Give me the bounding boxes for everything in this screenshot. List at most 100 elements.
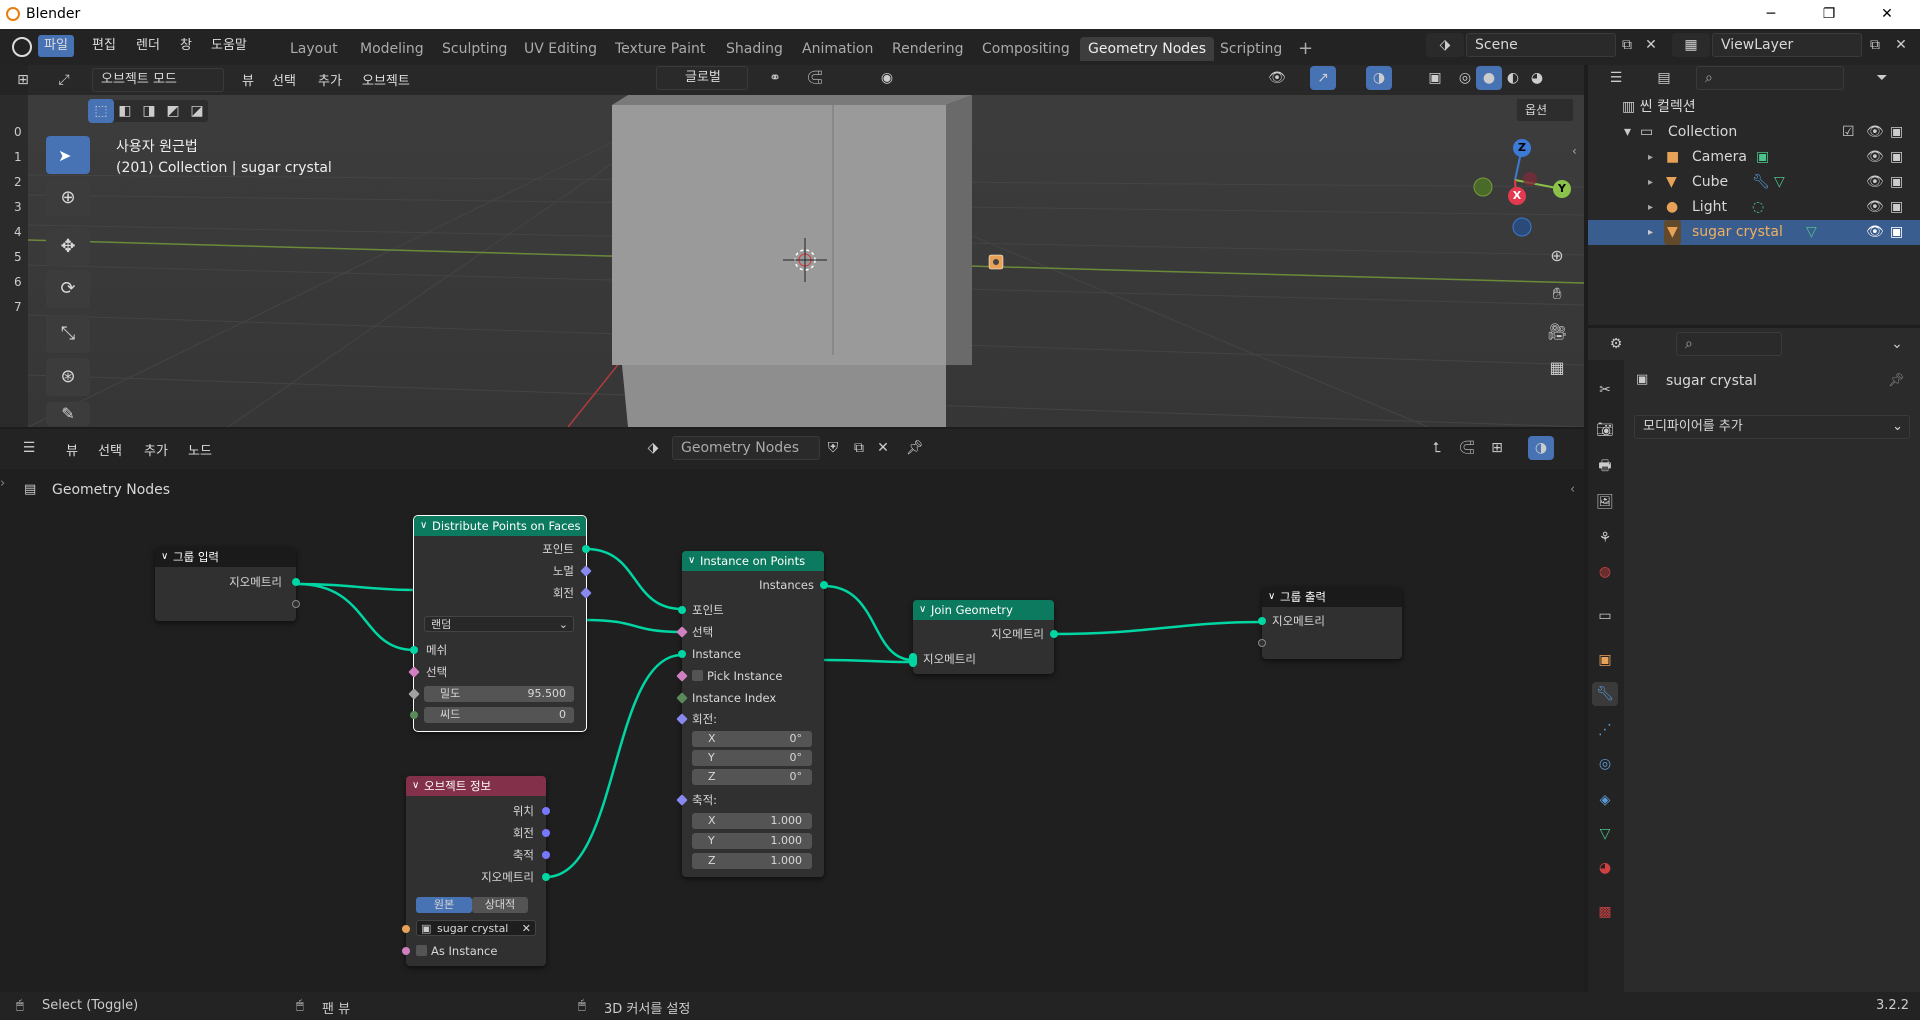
- material-shading-icon[interactable]: ◐: [1500, 66, 1526, 90]
- rotation-x-field[interactable]: X 0°: [692, 731, 812, 747]
- pivot-icon[interactable]: ⚭: [762, 66, 788, 90]
- solid-shading-icon[interactable]: ●: [1476, 66, 1502, 90]
- node-join-geometry[interactable]: Join Geometry 지오메트리 지오메트리: [909, 600, 1058, 674]
- join-geometry-out-socket[interactable]: [1050, 630, 1058, 638]
- view-layer-tab-icon[interactable]: 🖼︎: [1592, 490, 1618, 514]
- light-render-icon[interactable]: ▣: [1890, 195, 1903, 220]
- viewport-menu-add[interactable]: 추가: [318, 70, 342, 89]
- fake-user-icon[interactable]: ⛨: [820, 436, 846, 460]
- data-tab-icon[interactable]: ▽: [1592, 822, 1618, 846]
- pick-instance-row[interactable]: Pick Instance: [692, 667, 782, 685]
- snap-settings-icon[interactable]: ⊞: [1484, 436, 1510, 460]
- mode-dropdown[interactable]: 오브젝트 모드: [92, 68, 224, 92]
- duplicate-tree-icon[interactable]: ⧉: [846, 436, 872, 460]
- select-intersect-icon[interactable]: ◪: [184, 99, 210, 123]
- scale-tool[interactable]: ⤡: [46, 315, 90, 353]
- seed-socket[interactable]: [410, 711, 418, 719]
- instances-out-socket[interactable]: [820, 581, 828, 589]
- distribute-points-socket[interactable]: [582, 545, 590, 553]
- outliner-search-input[interactable]: ⌕: [1696, 66, 1844, 90]
- modifier-tab-icon[interactable]: 🔧︎: [1592, 682, 1618, 706]
- rotation-y-field[interactable]: Y 0°: [692, 750, 812, 766]
- camera-data-icon[interactable]: ▣: [1756, 145, 1769, 170]
- cube-mesh-data-icon[interactable]: ▽: [1774, 170, 1785, 195]
- remove-scene-icon[interactable]: ✕: [1638, 33, 1664, 57]
- ortho-toggle-icon[interactable]: ▦: [1544, 356, 1570, 380]
- orientation-dropdown[interactable]: 글로벌: [656, 66, 748, 90]
- collection-tab-icon[interactable]: ▭: [1592, 604, 1618, 628]
- 3d-viewport[interactable]: [28, 65, 1584, 427]
- menu-edit[interactable]: 편집: [86, 35, 122, 57]
- tab-texture-paint[interactable]: Texture Paint: [607, 37, 713, 61]
- node-distribute-points[interactable]: Distribute Points on Faces 포인트 노멀 회전 랜덤 ⌄…: [408, 515, 592, 732]
- camera-view-icon[interactable]: 🎥︎: [1544, 320, 1570, 344]
- camera-visibility-icon[interactable]: 👁︎: [1866, 145, 1884, 170]
- sugar-crystal-expand-icon[interactable]: ▸: [1648, 220, 1653, 245]
- sugar-crystal-mesh-data-icon[interactable]: ▽: [1806, 220, 1817, 245]
- close-button[interactable]: ✕: [1864, 0, 1910, 29]
- select-invert-icon[interactable]: ◩: [160, 99, 186, 123]
- menu-render[interactable]: 렌더: [130, 35, 166, 57]
- outliner-item-cube[interactable]: ▸ ▼ Cube 🔧︎ ▽ 👁︎ ▣: [1588, 170, 1920, 195]
- transform-tool[interactable]: ⊛: [46, 358, 90, 396]
- iop-points-socket[interactable]: [678, 606, 686, 614]
- menu-file[interactable]: 파일: [38, 35, 74, 57]
- viewlayer-browse-icon[interactable]: ▦: [1672, 33, 1710, 57]
- tab-scripting[interactable]: Scripting: [1212, 37, 1290, 61]
- move-tool[interactable]: ✥: [46, 228, 90, 266]
- overlay-toggle-icon[interactable]: ◑: [1366, 66, 1392, 90]
- light-visibility-icon[interactable]: 👁︎: [1866, 195, 1884, 220]
- select-subtract-icon[interactable]: ◨: [136, 99, 162, 123]
- scale-z-field[interactable]: Z 1.000: [692, 853, 812, 869]
- material-tab-icon[interactable]: ◕: [1592, 856, 1618, 880]
- options-dropdown[interactable]: 옵션: [1516, 98, 1574, 122]
- gizmo-x-axis[interactable]: X: [1508, 187, 1526, 205]
- pan-hand-icon[interactable]: ✋︎: [1544, 282, 1570, 306]
- node-toolbar-toggle-icon[interactable]: ›: [0, 476, 5, 491]
- scene-field[interactable]: Scene: [1466, 33, 1616, 57]
- add-modifier-dropdown[interactable]: 모디파이어를 추가 ⌄: [1634, 415, 1910, 439]
- select-new-icon[interactable]: ⬚: [88, 99, 114, 123]
- tab-layout[interactable]: Layout: [282, 37, 346, 61]
- parent-tree-icon[interactable]: ⮤: [1424, 436, 1450, 460]
- as-instance-socket[interactable]: [402, 947, 410, 955]
- outliner-display-mode-icon[interactable]: ▤: [1646, 66, 1682, 90]
- texture-tab-icon[interactable]: ▩: [1592, 900, 1618, 924]
- properties-search-input[interactable]: ⌕: [1676, 332, 1782, 356]
- node-menu-node[interactable]: 노드: [188, 440, 212, 459]
- outliner-item-sugar-crystal[interactable]: ▸ ▼ sugar crystal ▽ 👁︎ ▣: [1588, 220, 1920, 245]
- output-tab-icon[interactable]: 🖶︎: [1592, 454, 1618, 478]
- outliner-editor-type-icon[interactable]: ☰: [1598, 66, 1634, 90]
- original-toggle[interactable]: 원본: [416, 897, 472, 913]
- tool-tab-icon[interactable]: ✂: [1592, 378, 1618, 402]
- proportional-edit-icon[interactable]: ◉: [874, 66, 900, 90]
- zoom-icon[interactable]: ⊕: [1544, 244, 1570, 268]
- node-menu-add[interactable]: 추가: [144, 440, 168, 459]
- outliner-item-light[interactable]: ▸ ● Light ◌ 👁︎ ▣: [1588, 195, 1920, 220]
- transform-pivot-icon[interactable]: ⤢: [46, 68, 82, 92]
- collection-checkbox-icon[interactable]: ☑: [1842, 120, 1855, 145]
- new-viewlayer-icon[interactable]: ⧉: [1862, 33, 1888, 57]
- sugar-crystal-render-icon[interactable]: ▣: [1890, 220, 1903, 245]
- outliner-collection-row[interactable]: ▾ ▭ Collection ☑ 👁︎ ▣: [1588, 120, 1920, 145]
- annotate-tool[interactable]: ✎: [46, 402, 90, 426]
- as-instance-row[interactable]: As Instance: [416, 942, 497, 960]
- node-tree-browse-icon[interactable]: ⬗: [634, 436, 672, 460]
- menu-help[interactable]: 도움말: [205, 35, 253, 57]
- add-workspace-button[interactable]: +: [1290, 37, 1321, 61]
- object-picker[interactable]: ▣ sugar crystal ✕: [416, 920, 536, 936]
- node-tree-name[interactable]: Geometry Nodes: [672, 436, 820, 460]
- light-expand-icon[interactable]: ▸: [1648, 195, 1653, 220]
- tab-rendering[interactable]: Rendering: [884, 37, 972, 61]
- outliner-item-camera[interactable]: ▸ ■ Camera ▣ 👁︎ ▣: [1588, 145, 1920, 170]
- cursor-3d-tool[interactable]: ⊕: [46, 179, 90, 217]
- properties-editor-type-icon[interactable]: ⚙: [1598, 332, 1634, 356]
- snap-icon[interactable]: 🧲︎: [802, 66, 828, 90]
- node-menu-view[interactable]: 뷰: [66, 440, 78, 459]
- object-info-title[interactable]: 오브젝트 정보: [406, 776, 546, 796]
- scene-tab-icon[interactable]: ⚘: [1592, 526, 1618, 550]
- constraints-tab-icon[interactable]: ◈: [1592, 788, 1618, 812]
- viewport-menu-view[interactable]: 뷰: [242, 70, 254, 89]
- outliner-root[interactable]: ▥ 씬 컬렉션: [1622, 96, 1696, 116]
- group-output-title[interactable]: 그룹 출력: [1262, 587, 1402, 607]
